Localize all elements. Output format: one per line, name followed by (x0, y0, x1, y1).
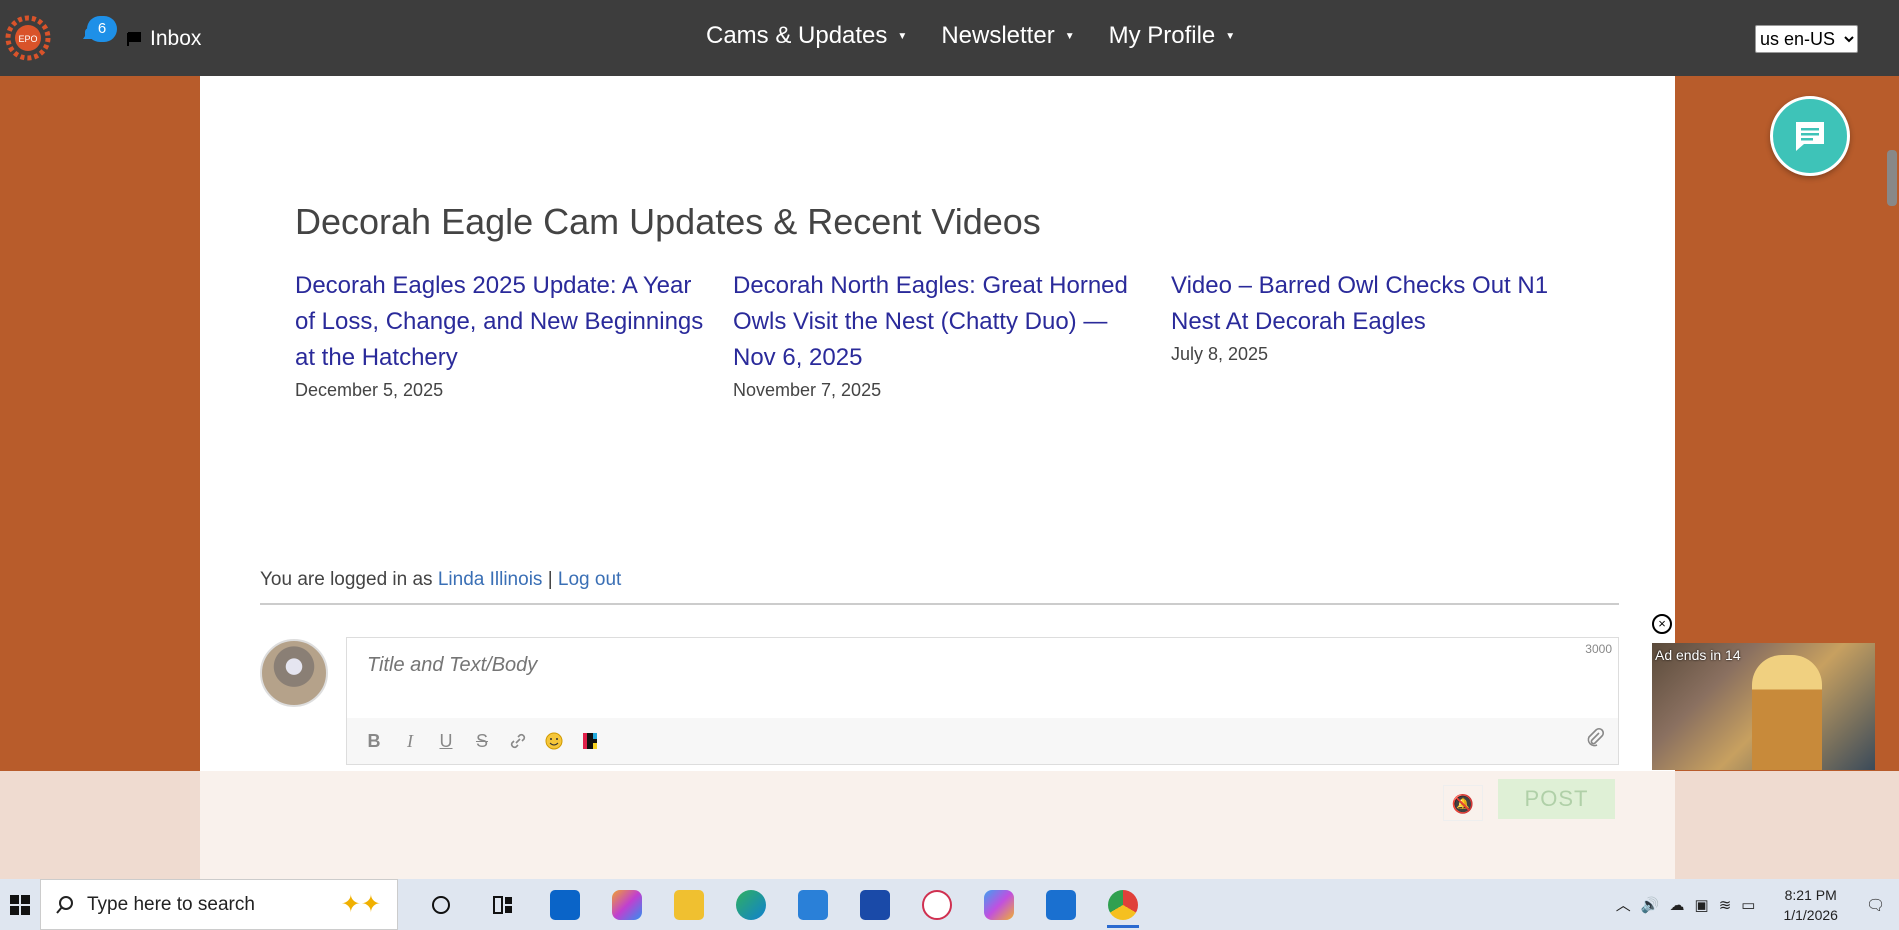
post-card: Video – Barred Owl Checks Out N1 Nest At… (1171, 268, 1551, 365)
top-navbar: EPO 6 Inbox Cams & Updates ▼ Newsletter … (0, 0, 1899, 76)
post-card: Decorah Eagles 2025 Update: A Year of Lo… (295, 268, 715, 401)
italic-icon[interactable]: I (399, 730, 421, 752)
post-date: November 7, 2025 (733, 380, 882, 400)
remote-desktop-icon[interactable] (1030, 879, 1092, 930)
page-scrollbar[interactable] (1887, 150, 1897, 206)
nav-my-profile[interactable]: My Profile ▼ (1109, 22, 1236, 50)
snipping-tool-icon[interactable] (906, 879, 968, 930)
clock-time: 8:21 PM (1784, 886, 1837, 903)
svg-text:EPO: EPO (18, 34, 37, 44)
post-date: July 8, 2025 (1171, 344, 1269, 364)
nav-label: My Profile (1108, 22, 1216, 49)
emoji-icon[interactable] (543, 730, 565, 752)
section-title: Decorah Eagle Cam Updates & Recent Video… (295, 201, 1041, 242)
language-select[interactable]: us en-US (1755, 25, 1858, 53)
nav-label: Newsletter (941, 22, 1055, 49)
chat-button[interactable] (1770, 96, 1850, 176)
widgets-icon[interactable] (472, 879, 534, 930)
divider (260, 603, 1619, 605)
chat-icon (1796, 122, 1824, 151)
user-name-link[interactable]: Linda Illinois (438, 569, 543, 590)
link-icon[interactable] (507, 730, 529, 752)
main-content: Decorah Eagle Cam Updates & Recent Video… (200, 76, 1675, 771)
start-button[interactable] (0, 879, 40, 930)
outlook-icon[interactable] (534, 879, 596, 930)
login-status: You are logged in as Linda Illinois | Lo… (260, 569, 621, 591)
ad-countdown: Ad ends in 14 (1655, 647, 1741, 663)
caret-down-icon: ▼ (1225, 30, 1236, 42)
comment-editor: 3000 B I U S (346, 637, 1619, 765)
inbox-label: Inbox (150, 27, 202, 50)
nav-label: Cams & Updates (706, 22, 888, 49)
system-tray: ︿ 🔊 ☁ ▣ ≋ ▭ 8:21 PM 1/1/2026 🗨 (1616, 879, 1899, 930)
task-view-icon[interactable] (410, 879, 472, 930)
mute-notifications-icon[interactable]: 🔕 (1443, 785, 1483, 821)
sparkle-icon: ✦✦ (340, 891, 381, 918)
strikethrough-icon[interactable]: S (471, 730, 493, 752)
post-link[interactable]: Video – Barred Owl Checks Out N1 Nest At… (1171, 268, 1551, 340)
taskbar-search[interactable]: Type here to search ✦✦ (40, 879, 398, 930)
notification-count-badge[interactable]: 6 (87, 16, 117, 42)
char-limit: 3000 (1585, 642, 1612, 656)
flag-icon (127, 32, 141, 46)
post-link[interactable]: Decorah Eagles 2025 Update: A Year of Lo… (295, 268, 715, 376)
nav-newsletter[interactable]: Newsletter ▼ (941, 22, 1074, 50)
nav-cams-updates[interactable]: Cams & Updates ▼ (706, 22, 907, 50)
post-button[interactable]: POST (1498, 779, 1615, 819)
post-date: December 5, 2025 (295, 380, 444, 400)
ad-image (1752, 655, 1822, 770)
video-ad[interactable]: Ad ends in 14 (1652, 643, 1875, 770)
underline-icon[interactable]: U (435, 730, 457, 752)
inbox-link[interactable]: Inbox (126, 27, 201, 51)
site-logo[interactable]: EPO (2, 12, 54, 64)
editor-toolbar: B I U S (347, 718, 1618, 764)
caret-down-icon: ▼ (1064, 30, 1075, 42)
user-avatar (260, 639, 328, 707)
logout-link[interactable]: Log out (558, 569, 621, 590)
gif-icon[interactable] (579, 730, 601, 752)
comment-input[interactable] (367, 654, 1467, 677)
chrome-icon[interactable] (1092, 879, 1154, 930)
camera-icon[interactable]: ▣ (1695, 896, 1709, 914)
search-placeholder: Type here to search (87, 893, 255, 915)
separator: | (547, 569, 553, 590)
post-card: Decorah North Eagles: Great Horned Owls … (733, 268, 1153, 401)
notification-center-icon[interactable]: 🗨 (1866, 896, 1885, 914)
photos-icon[interactable] (782, 879, 844, 930)
edge-icon[interactable] (720, 879, 782, 930)
battery-icon[interactable]: ▭ (1741, 896, 1755, 914)
clock-date: 1/1/2026 (1783, 906, 1838, 923)
store-icon[interactable] (844, 879, 906, 930)
windows-taskbar: Type here to search ✦✦ ︿ 🔊 ☁ ▣ ≋ ▭ 8:21 … (0, 879, 1899, 930)
file-explorer-icon[interactable] (658, 879, 720, 930)
attachment-icon[interactable] (1584, 726, 1606, 754)
clock[interactable]: 8:21 PM 1/1/2026 (1783, 885, 1838, 925)
bold-icon[interactable]: B (363, 730, 385, 752)
m365-copilot-icon[interactable] (968, 879, 1030, 930)
main-nav: Cams & Updates ▼ Newsletter ▼ My Profile… (706, 22, 1235, 50)
windows-icon (10, 894, 30, 915)
caret-down-icon: ▼ (897, 30, 908, 42)
post-link[interactable]: Decorah North Eagles: Great Horned Owls … (733, 268, 1153, 376)
ad-close-button[interactable]: × (1652, 614, 1672, 634)
chevron-up-icon[interactable]: ︿ (1616, 894, 1631, 915)
onedrive-icon[interactable]: ☁ (1670, 896, 1685, 914)
login-prefix: You are logged in as (260, 569, 433, 590)
wifi-icon[interactable]: ≋ (1719, 896, 1732, 914)
taskbar-apps (410, 879, 1154, 930)
volume-icon[interactable]: 🔊 (1641, 896, 1660, 914)
search-icon (56, 895, 73, 914)
copilot-icon[interactable] (596, 879, 658, 930)
